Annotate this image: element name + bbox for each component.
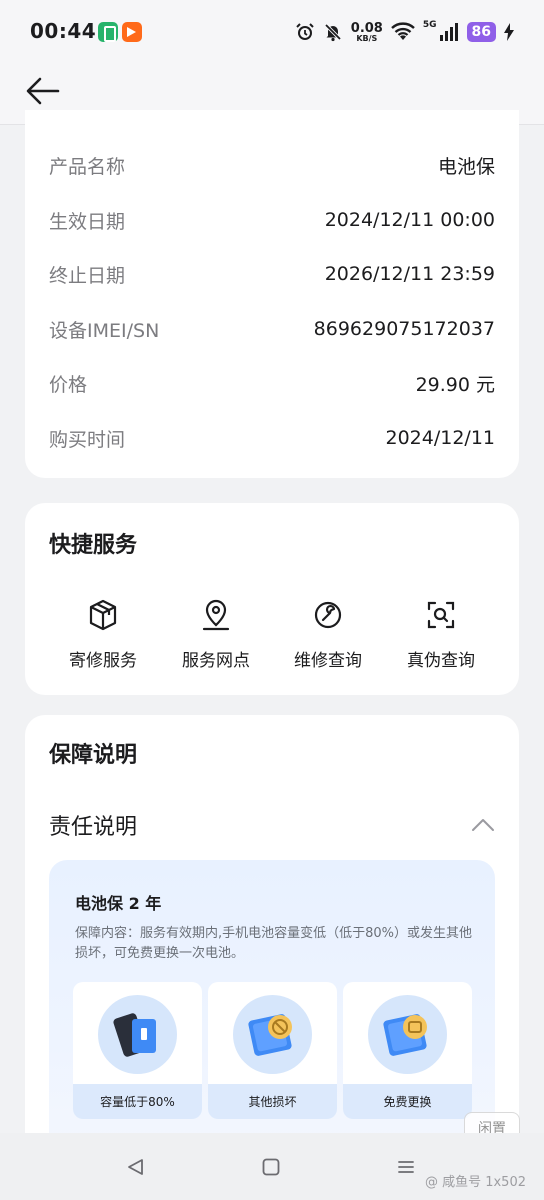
info-row-price: 价格 29.90 元 (49, 368, 495, 398)
coverage-label: 其他损坏 (208, 1084, 337, 1119)
battery-level: 86 (466, 22, 496, 42)
info-label: 价格 (49, 373, 88, 396)
nav-back-button[interactable] (118, 1149, 154, 1185)
charging-icon (504, 23, 514, 41)
status-bar: 00:44 0.08 KB/S 5G 86 (0, 0, 544, 64)
info-row-purchase-time: 购买时间 2024/12/11 (49, 423, 495, 453)
info-label: 产品名称 (49, 155, 126, 178)
info-value: 电池保 (437, 155, 495, 178)
status-time: 00:44 (30, 19, 97, 43)
quick-service-service-outlets[interactable]: 服务网点 (161, 598, 271, 671)
quick-services-card: 快捷服务 寄修服务 服务网点 维修查询 真伪查询 (25, 503, 519, 695)
info-label: 生效日期 (49, 210, 126, 233)
quick-services-title: 快捷服务 (49, 533, 138, 558)
info-value: 869629075172037 (313, 318, 495, 340)
info-label: 设备IMEI/SN (49, 319, 160, 342)
responsibility-title: 责任说明 (49, 815, 138, 840)
coverage-tile-free-replacement: 免费更换 (343, 982, 472, 1119)
quick-service-authenticity-check[interactable]: 真伪查询 (386, 598, 496, 671)
product-info-card: 产品名称 电池保 生效日期 2024/12/11 00:00 终止日期 2026… (25, 110, 519, 478)
responsibility-toggle[interactable]: 责任说明 (49, 808, 495, 842)
info-value: 2024/12/11 00:00 (324, 209, 495, 231)
coverage-label: 免费更换 (343, 1084, 472, 1119)
mute-bell-icon (324, 23, 342, 42)
free-replace-icon (383, 1014, 427, 1056)
info-value: 29.90 元 (415, 373, 495, 396)
info-row-end-date: 终止日期 2026/12/11 23:59 (49, 259, 495, 289)
scan-icon (427, 601, 455, 629)
watermark-text: @ 咸鱼号 1x502 (424, 1175, 526, 1190)
guarantee-title: 保障说明 (49, 743, 138, 768)
quick-service-label: 寄修服务 (69, 651, 137, 671)
info-value: 2026/12/11 23:59 (324, 263, 495, 285)
menu-recents-icon (398, 1161, 414, 1173)
quick-service-label: 真伪查询 (407, 651, 475, 671)
chevron-up-icon (472, 819, 494, 831)
back-button[interactable] (22, 70, 64, 112)
coverage-tile-other-damage: 其他损坏 (208, 982, 337, 1119)
location-pin-icon (202, 599, 230, 631)
info-value: 2024/12/11 (385, 427, 495, 449)
box-icon (89, 599, 117, 631)
triangle-back-icon (128, 1159, 143, 1175)
status-icons: 0.08 KB/S 5G 86 (295, 18, 514, 46)
battery-plan-panel: 电池保 2 年 保障内容：服务有效期内,手机电池容量变低（低于80%）或发生其他… (49, 860, 495, 1160)
system-nav-bar: @ 咸鱼号 1x502 (0, 1133, 544, 1200)
info-label: 终止日期 (49, 264, 126, 287)
signal-icon (439, 23, 458, 41)
coverage-tile-low-capacity: 容量低于80% (73, 982, 202, 1119)
wifi-icon (391, 22, 415, 40)
damage-icon (248, 1014, 292, 1056)
nav-recents-button[interactable] (388, 1149, 424, 1185)
wrench-icon (314, 601, 342, 629)
phone-battery-icon (113, 1013, 156, 1057)
plan-description: 保障内容：服务有效期内,手机电池容量变低（低于80%）或发生其他损坏，可免费更换… (75, 926, 473, 961)
app-notification-icon (98, 22, 118, 42)
square-home-icon (262, 1158, 280, 1176)
info-label: 购买时间 (49, 428, 126, 451)
nav-home-button[interactable] (253, 1149, 289, 1185)
quick-service-label: 维修查询 (294, 651, 362, 671)
video-app-notification-icon (122, 22, 142, 42)
alarm-icon (296, 23, 314, 40)
quick-service-label: 服务网点 (182, 651, 250, 671)
network-speed: 0.08 KB/S (350, 20, 383, 43)
info-row-imei: 设备IMEI/SN 869629075172037 (49, 314, 495, 344)
network-type: 5G (422, 20, 437, 30)
info-row-product-name: 产品名称 电池保 (49, 150, 495, 180)
arrow-left-icon (26, 77, 60, 105)
guarantee-card: 保障说明 责任说明 电池保 2 年 保障内容：服务有效期内,手机电池容量变低（低… (25, 715, 519, 1175)
info-row-start-date: 生效日期 2024/12/11 00:00 (49, 205, 495, 235)
coverage-label: 容量低于80% (73, 1084, 202, 1119)
quick-service-repair-inquiry[interactable]: 维修查询 (273, 598, 383, 671)
quick-service-mail-repair[interactable]: 寄修服务 (48, 598, 158, 671)
plan-title: 电池保 2 年 (75, 894, 162, 913)
